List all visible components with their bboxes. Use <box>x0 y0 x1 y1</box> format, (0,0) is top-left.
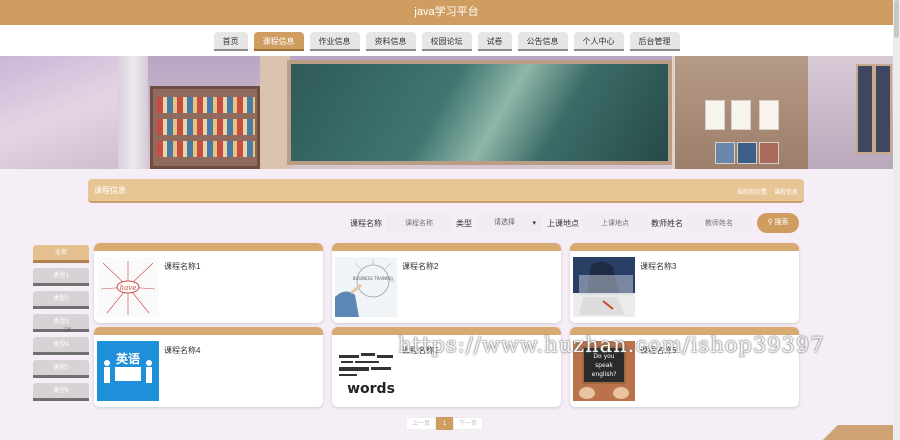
pagination: 上一页 1 下一页 <box>406 417 483 430</box>
course-image-2-text: BUSINESS TRAINING <box>353 276 394 281</box>
course-image-3 <box>573 257 635 317</box>
scrollbar-thumb[interactable] <box>894 0 899 38</box>
nav-profile[interactable]: 个人中心 <box>573 32 624 51</box>
course-image-1-text: have <box>120 284 137 292</box>
hero-banner <box>0 56 893 169</box>
course-name-1: 课程名称1 <box>164 262 201 271</box>
category-type4[interactable]: 类型4 <box>33 337 89 355</box>
watermark: https://www.huzhan.com/ishop39397 <box>398 333 825 357</box>
chevron-down-icon: ▾ <box>532 220 536 227</box>
search-button[interactable]: ⚲ 搜索 <box>757 213 799 233</box>
course-card-1[interactable]: have 课程名称1 <box>94 243 323 323</box>
nav-admin[interactable]: 后台管理 <box>629 32 680 51</box>
nav-courses[interactable]: 课程信息 <box>253 32 304 51</box>
course-name-2: 课程名称2 <box>402 262 439 271</box>
page-current[interactable]: 1 <box>436 417 453 430</box>
course-image-1: have <box>97 257 159 317</box>
section-header: 课程信息 当前的位置: 课程信息 <box>88 179 804 203</box>
course-name-4: 课程名称4 <box>164 346 201 355</box>
app-title-bar: java学习平台 <box>0 0 893 25</box>
nav-forum[interactable]: 校园论坛 <box>421 32 472 51</box>
course-image-4: 英语 <box>97 341 159 401</box>
course-image-6-line3: english? <box>592 371 617 378</box>
nav-home[interactable]: 首页 <box>213 32 248 51</box>
breadcrumb-prefix: 当前的位置: <box>736 190 769 196</box>
next-page-button[interactable]: 下一页 <box>453 417 483 430</box>
search-icon: ⚲ <box>767 219 773 226</box>
category-type2[interactable]: 类型2 <box>33 291 89 309</box>
footer-decoration <box>790 425 893 440</box>
app-title: java学习平台 <box>414 6 479 18</box>
type-label: 类型 <box>456 219 472 228</box>
banner-chalkboard <box>287 60 672 165</box>
type-select[interactable]: 请选择 ▾ <box>476 213 542 233</box>
banner-door <box>672 56 808 169</box>
category-type1[interactable]: 类型1 <box>33 268 89 286</box>
breadcrumb-current[interactable]: 课程信息 <box>774 190 798 196</box>
main-nav: 首页 课程信息 作业信息 资料信息 校园论坛 试卷 公告信息 个人中心 后台管理 <box>0 25 893 56</box>
place-input[interactable] <box>582 213 648 233</box>
banner-bookshelf <box>150 86 260 169</box>
course-card-3[interactable]: 课程名称3 <box>570 243 799 323</box>
course-name-3: 课程名称3 <box>640 262 677 271</box>
banner-wall <box>260 56 290 169</box>
teacher-input[interactable] <box>686 213 752 233</box>
course-image-5-text: words <box>347 381 395 397</box>
nav-announcements[interactable]: 公告信息 <box>517 32 568 51</box>
course-name-label: 课程名称 <box>350 219 382 228</box>
category-type3[interactable]: 类型3 <box>33 314 89 332</box>
course-image-5: words <box>335 341 397 401</box>
category-type5[interactable]: 类型5 <box>33 360 89 378</box>
category-sidebar: 全部 类型1 类型2 类型3 类型4 类型5 类型6 <box>33 245 89 406</box>
course-name-input[interactable] <box>386 213 452 233</box>
mouse-pointer-icon: ☞ <box>64 324 73 334</box>
scrollbar[interactable] <box>893 0 900 440</box>
breadcrumb: 当前的位置: 课程信息 <box>737 187 798 196</box>
section-title: 课程信息 <box>94 186 126 195</box>
nav-homework[interactable]: 作业信息 <box>309 32 360 51</box>
course-image-6-line2: speak <box>595 362 613 369</box>
search-bar: 课程名称 类型 请选择 ▾ 上课地点 教师姓名 ⚲ 搜索 <box>0 212 893 234</box>
prev-page-button[interactable]: 上一页 <box>406 417 436 430</box>
nav-exams[interactable]: 试卷 <box>477 32 512 51</box>
course-image-2: BUSINESS TRAINING <box>335 257 397 317</box>
teacher-label: 教师姓名 <box>651 219 683 228</box>
nav-materials[interactable]: 资料信息 <box>365 32 416 51</box>
category-all[interactable]: 全部 <box>33 245 89 263</box>
banner-window-right <box>808 56 893 169</box>
search-button-label: 搜索 <box>774 219 789 226</box>
course-card-2[interactable]: BUSINESS TRAINING 课程名称2 <box>332 243 561 323</box>
type-select-value: 请选择 <box>494 219 515 226</box>
place-label: 上课地点 <box>547 219 579 228</box>
course-card-4[interactable]: 英语 课程名称4 <box>94 327 323 407</box>
banner-curtain <box>118 56 148 169</box>
course-image-4-text: 英语 <box>116 351 140 366</box>
category-type6[interactable]: 类型6 <box>33 383 89 401</box>
